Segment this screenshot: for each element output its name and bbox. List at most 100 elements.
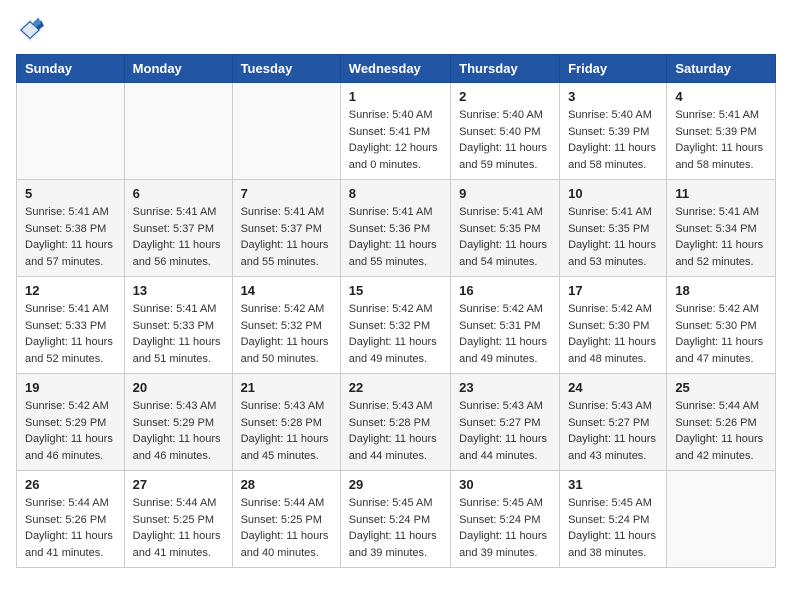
day-header-wednesday: Wednesday <box>340 55 450 83</box>
cell-info: Sunrise: 5:40 AMSunset: 5:40 PMDaylight:… <box>459 107 551 173</box>
cell-date-number: 31 <box>568 477 658 492</box>
cell-info: Sunrise: 5:44 AMSunset: 5:26 PMDaylight:… <box>675 398 767 464</box>
calendar-cell: 16 Sunrise: 5:42 AMSunset: 5:31 PMDayligh… <box>451 277 560 374</box>
calendar-cell: 17 Sunrise: 5:42 AMSunset: 5:30 PMDayligh… <box>560 277 667 374</box>
logo <box>16 16 48 44</box>
cell-date-number: 21 <box>241 380 332 395</box>
calendar-cell: 26Sunrise: 5:44 AMSunset: 5:26 PMDayligh… <box>17 471 125 568</box>
cell-date-number: 2 <box>459 89 551 104</box>
cell-date-number: 1 <box>349 89 442 104</box>
cell-date-number: 3 <box>568 89 658 104</box>
calendar-week-row: 12Sunrise: 5:41 AMSunset: 5:33 PMDayligh… <box>17 277 776 374</box>
cell-info: Sunrise: 5:42 AMSunset: 5:30 PMDaylight:… <box>675 301 767 367</box>
calendar-cell <box>232 83 340 180</box>
cell-date-number: 9 <box>459 186 551 201</box>
calendar-cell: 29Sunrise: 5:45 AMSunset: 5:24 PMDayligh… <box>340 471 450 568</box>
calendar-week-row: 1 Sunrise: 5:40 AMSunset: 5:41 PMDaylight… <box>17 83 776 180</box>
cell-date-number: 7 <box>241 186 332 201</box>
cell-info: Sunrise: 5:40 AMSunset: 5:41 PMDaylight:… <box>349 107 442 173</box>
calendar-cell: 7 Sunrise: 5:41 AMSunset: 5:37 PMDaylight… <box>232 180 340 277</box>
cell-info: Sunrise: 5:41 AMSunset: 5:36 PMDaylight:… <box>349 204 442 270</box>
cell-info: Sunrise: 5:43 AMSunset: 5:28 PMDaylight:… <box>241 398 332 464</box>
cell-date-number: 23 <box>459 380 551 395</box>
cell-info: Sunrise: 5:41 AMSunset: 5:33 PMDaylight:… <box>133 301 224 367</box>
cell-date-number: 18 <box>675 283 767 298</box>
day-header-thursday: Thursday <box>451 55 560 83</box>
cell-info: Sunrise: 5:43 AMSunset: 5:29 PMDaylight:… <box>133 398 224 464</box>
calendar-week-row: 19Sunrise: 5:42 AMSunset: 5:29 PMDayligh… <box>17 374 776 471</box>
calendar-cell: 22 Sunrise: 5:43 AMSunset: 5:28 PMDayligh… <box>340 374 450 471</box>
calendar-cell <box>124 83 232 180</box>
cell-date-number: 15 <box>349 283 442 298</box>
day-header-monday: Monday <box>124 55 232 83</box>
cell-info: Sunrise: 5:41 AMSunset: 5:35 PMDaylight:… <box>459 204 551 270</box>
calendar-cell: 13 Sunrise: 5:41 AMSunset: 5:33 PMDayligh… <box>124 277 232 374</box>
cell-date-number: 30 <box>459 477 551 492</box>
cell-info: Sunrise: 5:44 AMSunset: 5:25 PMDaylight:… <box>241 495 332 561</box>
cell-info: Sunrise: 5:42 AMSunset: 5:30 PMDaylight:… <box>568 301 658 367</box>
calendar-cell: 15 Sunrise: 5:42 AMSunset: 5:32 PMDayligh… <box>340 277 450 374</box>
calendar-cell: 19Sunrise: 5:42 AMSunset: 5:29 PMDayligh… <box>17 374 125 471</box>
calendar-cell: 6 Sunrise: 5:41 AMSunset: 5:37 PMDaylight… <box>124 180 232 277</box>
cell-date-number: 27 <box>133 477 224 492</box>
cell-info: Sunrise: 5:43 AMSunset: 5:27 PMDaylight:… <box>459 398 551 464</box>
cell-date-number: 14 <box>241 283 332 298</box>
calendar-cell: 11 Sunrise: 5:41 AMSunset: 5:34 PMDayligh… <box>667 180 776 277</box>
cell-info: Sunrise: 5:41 AMSunset: 5:39 PMDaylight:… <box>675 107 767 173</box>
calendar-cell: 30 Sunrise: 5:45 AMSunset: 5:24 PMDayligh… <box>451 471 560 568</box>
calendar-cell: 31 Sunrise: 5:45 AMSunset: 5:24 PMDayligh… <box>560 471 667 568</box>
calendar-cell: 8 Sunrise: 5:41 AMSunset: 5:36 PMDaylight… <box>340 180 450 277</box>
calendar-cell: 5 Sunrise: 5:41 AMSunset: 5:38 PMDaylight… <box>17 180 125 277</box>
cell-date-number: 4 <box>675 89 767 104</box>
cell-date-number: 20 <box>133 380 224 395</box>
cell-info: Sunrise: 5:40 AMSunset: 5:39 PMDaylight:… <box>568 107 658 173</box>
cell-date-number: 22 <box>349 380 442 395</box>
page-header <box>16 16 776 44</box>
cell-date-number: 8 <box>349 186 442 201</box>
calendar-cell: 1 Sunrise: 5:40 AMSunset: 5:41 PMDaylight… <box>340 83 450 180</box>
day-header-sunday: Sunday <box>17 55 125 83</box>
cell-date-number: 17 <box>568 283 658 298</box>
calendar-cell <box>17 83 125 180</box>
cell-info: Sunrise: 5:43 AMSunset: 5:28 PMDaylight:… <box>349 398 442 464</box>
cell-info: Sunrise: 5:41 AMSunset: 5:37 PMDaylight:… <box>133 204 224 270</box>
cell-date-number: 5 <box>25 186 116 201</box>
cell-date-number: 6 <box>133 186 224 201</box>
calendar-cell: 9 Sunrise: 5:41 AMSunset: 5:35 PMDaylight… <box>451 180 560 277</box>
cell-date-number: 16 <box>459 283 551 298</box>
calendar-cell: 2 Sunrise: 5:40 AMSunset: 5:40 PMDaylight… <box>451 83 560 180</box>
day-header-saturday: Saturday <box>667 55 776 83</box>
cell-info: Sunrise: 5:42 AMSunset: 5:32 PMDaylight:… <box>349 301 442 367</box>
cell-info: Sunrise: 5:41 AMSunset: 5:38 PMDaylight:… <box>25 204 116 270</box>
calendar-week-row: 5 Sunrise: 5:41 AMSunset: 5:38 PMDaylight… <box>17 180 776 277</box>
calendar-cell: 21 Sunrise: 5:43 AMSunset: 5:28 PMDayligh… <box>232 374 340 471</box>
cell-date-number: 28 <box>241 477 332 492</box>
cell-info: Sunrise: 5:42 AMSunset: 5:29 PMDaylight:… <box>25 398 116 464</box>
calendar-header-row: SundayMondayTuesdayWednesdayThursdayFrid… <box>17 55 776 83</box>
cell-date-number: 24 <box>568 380 658 395</box>
calendar-cell: 18 Sunrise: 5:42 AMSunset: 5:30 PMDayligh… <box>667 277 776 374</box>
calendar-cell: 12Sunrise: 5:41 AMSunset: 5:33 PMDayligh… <box>17 277 125 374</box>
cell-date-number: 10 <box>568 186 658 201</box>
cell-info: Sunrise: 5:41 AMSunset: 5:37 PMDaylight:… <box>241 204 332 270</box>
cell-date-number: 26 <box>25 477 116 492</box>
cell-info: Sunrise: 5:45 AMSunset: 5:24 PMDaylight:… <box>459 495 551 561</box>
calendar-week-row: 26Sunrise: 5:44 AMSunset: 5:26 PMDayligh… <box>17 471 776 568</box>
calendar-cell: 10 Sunrise: 5:41 AMSunset: 5:35 PMDayligh… <box>560 180 667 277</box>
calendar-cell: 14Sunrise: 5:42 AMSunset: 5:32 PMDayligh… <box>232 277 340 374</box>
cell-info: Sunrise: 5:44 AMSunset: 5:25 PMDaylight:… <box>133 495 224 561</box>
cell-date-number: 11 <box>675 186 767 201</box>
cell-info: Sunrise: 5:41 AMSunset: 5:33 PMDaylight:… <box>25 301 116 367</box>
calendar-cell: 25Sunrise: 5:44 AMSunset: 5:26 PMDayligh… <box>667 374 776 471</box>
cell-date-number: 29 <box>349 477 442 492</box>
cell-info: Sunrise: 5:41 AMSunset: 5:35 PMDaylight:… <box>568 204 658 270</box>
day-header-friday: Friday <box>560 55 667 83</box>
calendar-cell: 24Sunrise: 5:43 AMSunset: 5:27 PMDayligh… <box>560 374 667 471</box>
cell-info: Sunrise: 5:42 AMSunset: 5:31 PMDaylight:… <box>459 301 551 367</box>
calendar-cell: 28 Sunrise: 5:44 AMSunset: 5:25 PMDayligh… <box>232 471 340 568</box>
calendar-cell: 4 Sunrise: 5:41 AMSunset: 5:39 PMDaylight… <box>667 83 776 180</box>
cell-info: Sunrise: 5:45 AMSunset: 5:24 PMDaylight:… <box>568 495 658 561</box>
cell-info: Sunrise: 5:41 AMSunset: 5:34 PMDaylight:… <box>675 204 767 270</box>
cell-date-number: 13 <box>133 283 224 298</box>
calendar-cell: 20 Sunrise: 5:43 AMSunset: 5:29 PMDayligh… <box>124 374 232 471</box>
